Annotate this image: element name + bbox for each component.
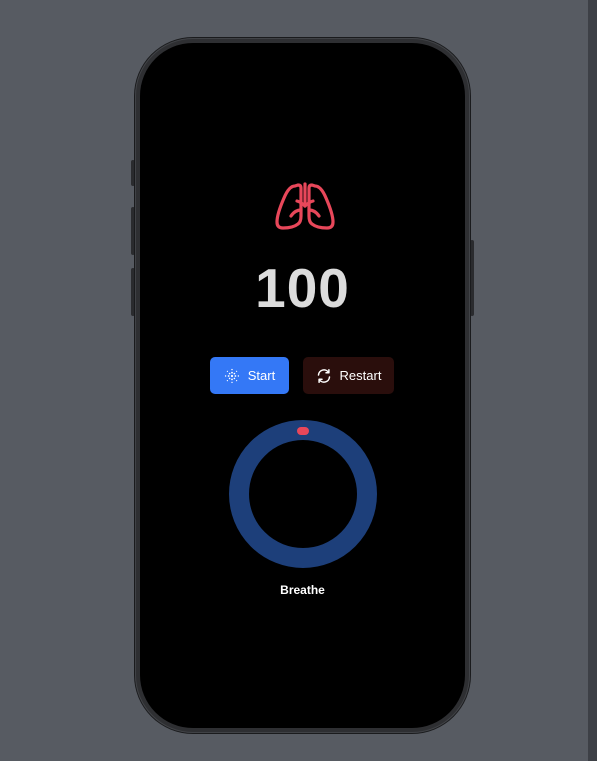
restart-button-label: Restart: [339, 368, 382, 383]
phase-label: Breathe: [280, 583, 325, 597]
arrows-cycle-icon: [316, 368, 332, 384]
phone-screen: 100 Start Restart Breathe: [140, 43, 465, 728]
breathing-sparkle-icon: [224, 368, 240, 384]
window-edge: [588, 0, 597, 761]
breath-counter: 100: [255, 257, 350, 319]
phone-frame: 100 Start Restart Breathe: [135, 38, 470, 733]
start-button-label: Start: [247, 368, 276, 383]
start-button[interactable]: Start: [210, 357, 289, 394]
lungs-icon: [275, 182, 335, 230]
progress-indicator: [297, 427, 309, 435]
power-button: [470, 240, 474, 316]
progress-track: [229, 420, 377, 568]
restart-button[interactable]: Restart: [303, 357, 394, 394]
breathing-progress-ring: [229, 420, 377, 568]
